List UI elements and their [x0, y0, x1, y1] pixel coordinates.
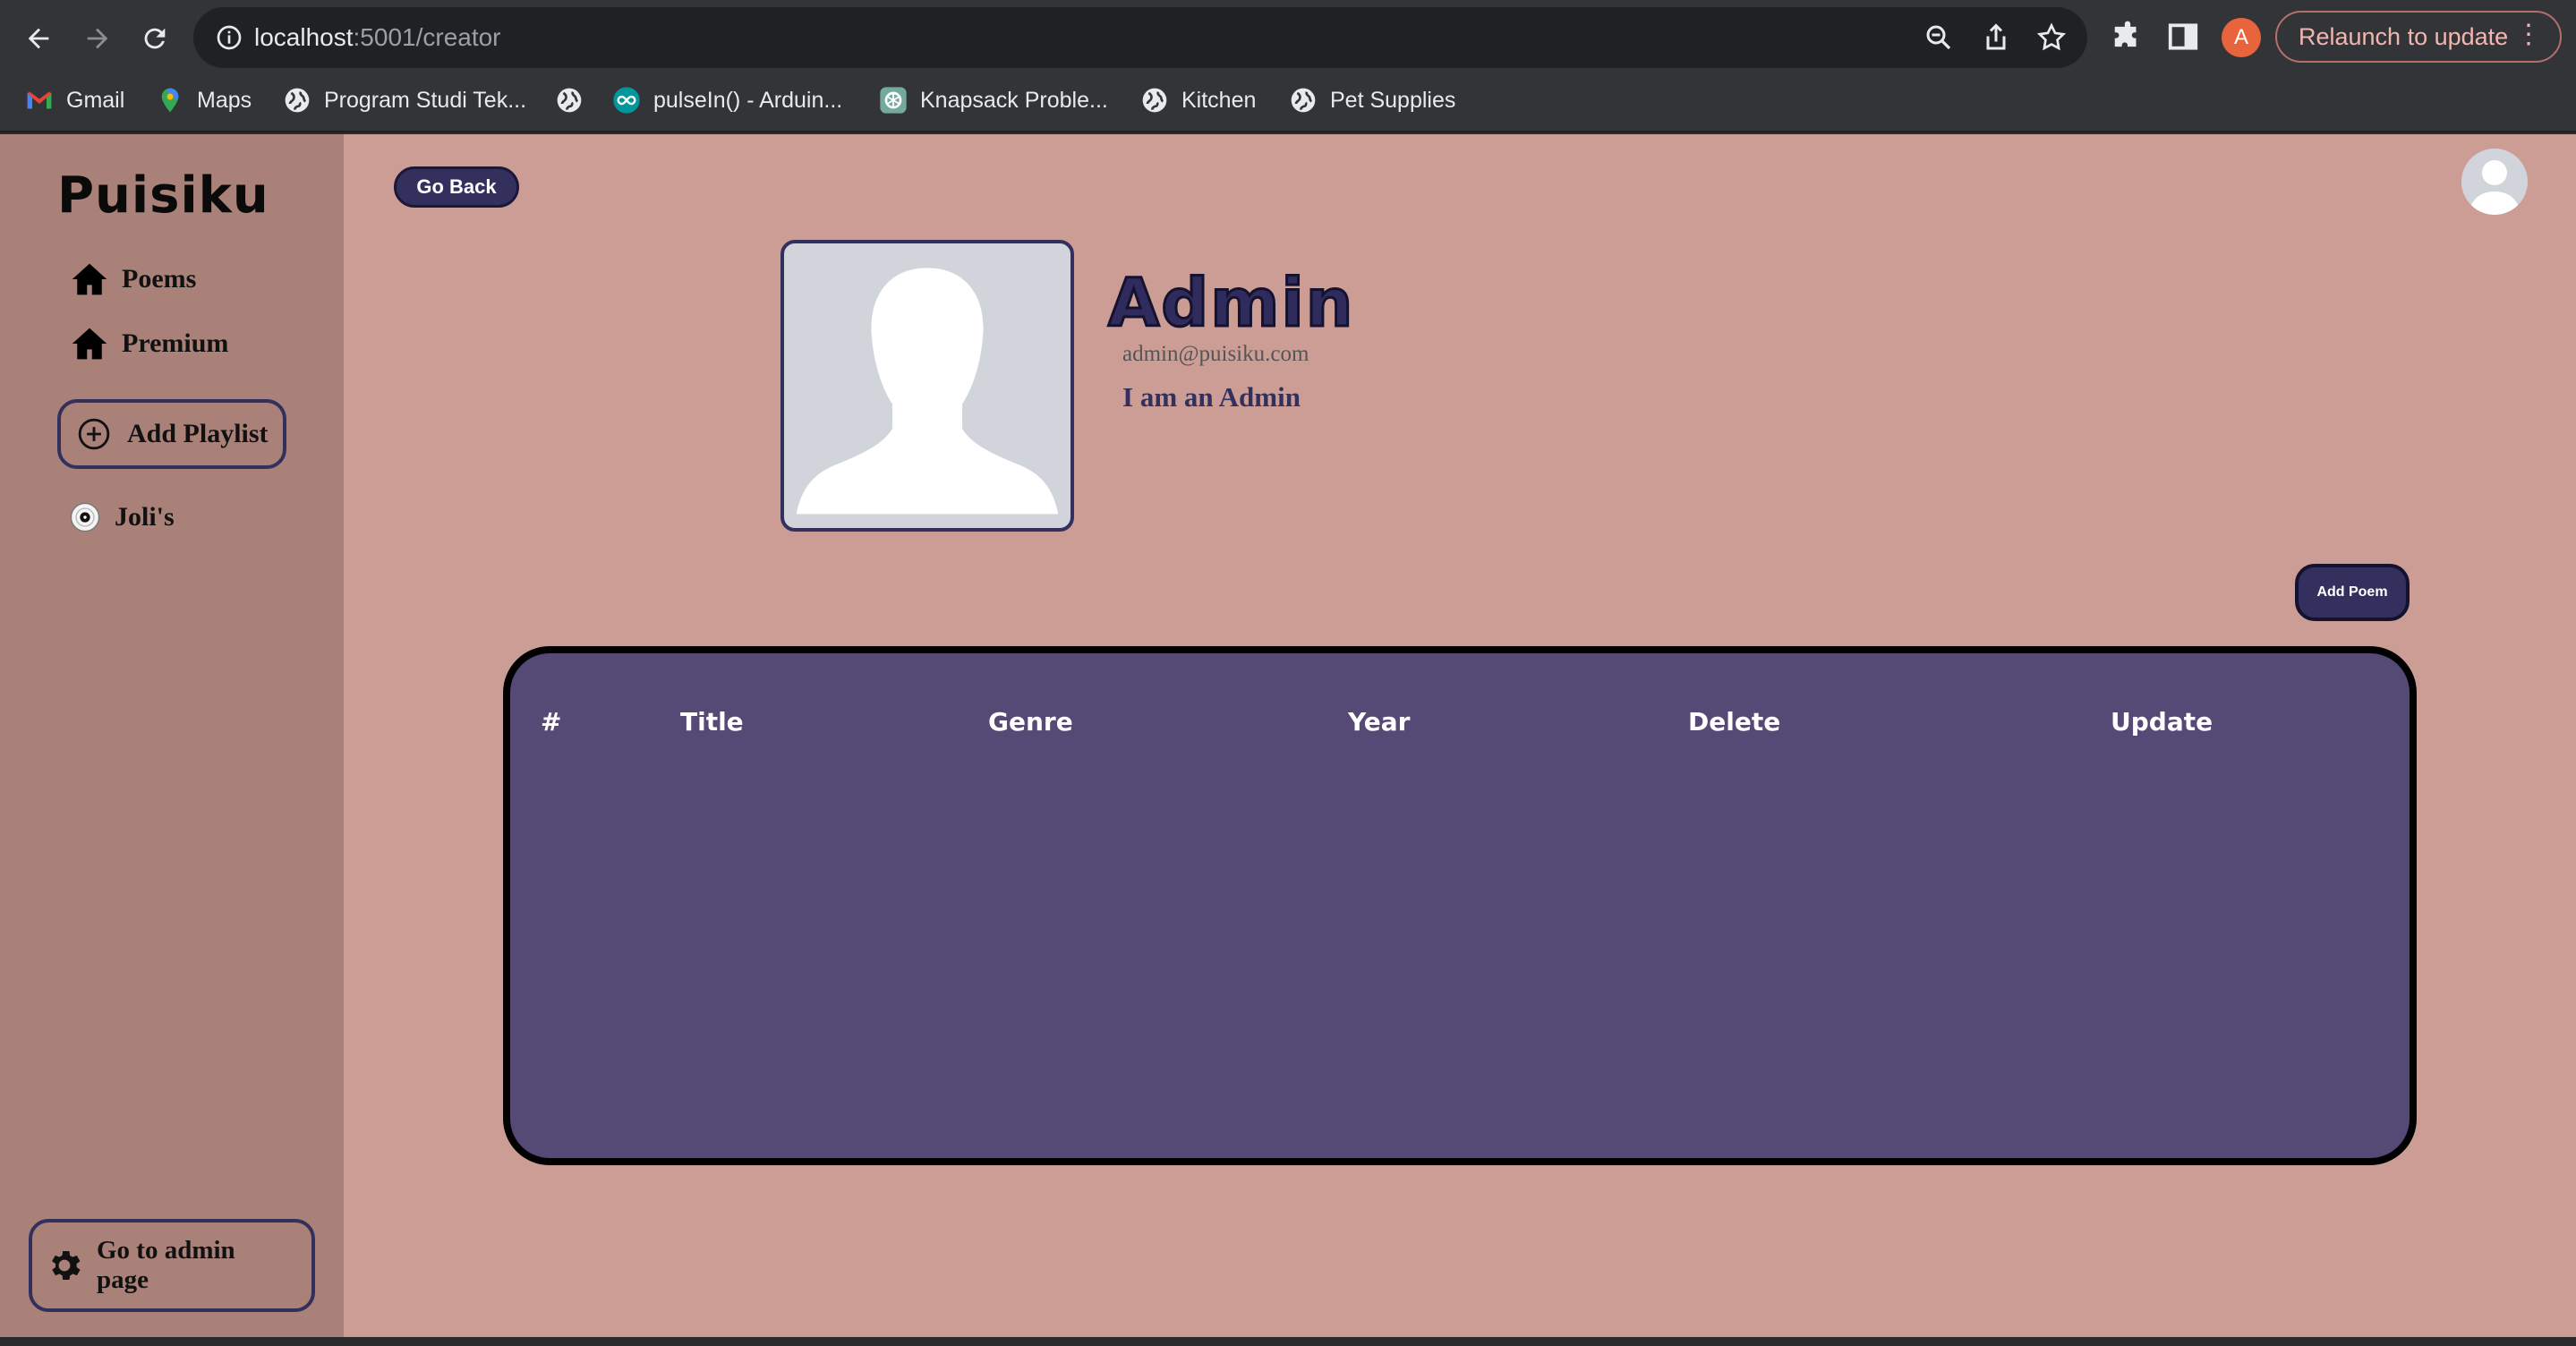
add-playlist-button[interactable]: Add Playlist [57, 399, 286, 469]
arrow-right-icon [87, 28, 108, 49]
globe-icon [1142, 88, 1167, 113]
admin-button-label: Go to admin page [97, 1236, 235, 1294]
column-header-delete: Delete [1688, 707, 1781, 737]
reload-icon [144, 28, 166, 49]
playlist-label: Joli's [115, 502, 175, 532]
column-header-number: # [541, 707, 562, 737]
user-silhouette-icon [796, 268, 1059, 515]
column-header-title: Title [680, 707, 744, 737]
poems-table: # Title Genre Year Delete Update [503, 646, 2417, 1165]
sidebar-item-poems[interactable]: Poems [70, 258, 196, 301]
profile-avatar-button[interactable]: A [2222, 18, 2261, 57]
side-panel-icon[interactable] [2166, 20, 2200, 54]
arrow-left-icon [28, 28, 49, 49]
bookmark-kitchen[interactable]: Kitchen [1140, 79, 1256, 122]
user-avatar-button[interactable] [2461, 149, 2528, 215]
app-logo[interactable]: Puisiku [57, 166, 269, 225]
maps-icon [161, 88, 179, 113]
sidebar-playlist-jolis[interactable]: Joli's [70, 496, 175, 539]
share-icon[interactable] [1980, 21, 2012, 54]
column-header-update: Update [2111, 707, 2213, 737]
address-bar[interactable]: localhost:5001/creator [193, 7, 2087, 68]
window-bottom-edge [0, 1337, 2576, 1346]
bookmarks-bar: Gmail Maps Program Studi Tek... pulseIn(… [0, 79, 2576, 122]
profile-photo [780, 240, 1074, 532]
sidebar: Puisiku Poems Premium Add Playlist Joli'… [0, 134, 344, 1337]
plus-circle-icon [78, 418, 110, 450]
bookmark-globe[interactable] [555, 79, 596, 122]
back-button[interactable] [16, 16, 61, 61]
bookmark-pet-supplies[interactable]: Pet Supplies [1289, 79, 1455, 122]
url-text[interactable]: localhost:5001/creator [254, 23, 501, 52]
go-back-button[interactable]: Go Back [394, 166, 519, 208]
add-poem-button[interactable]: Add Poem [2295, 564, 2410, 621]
sidebar-item-premium[interactable]: Premium [70, 322, 228, 365]
column-header-genre: Genre [988, 707, 1073, 737]
gear-icon [52, 1251, 81, 1280]
bookmark-gmail[interactable]: Gmail [25, 79, 124, 122]
globe-icon [285, 88, 310, 113]
globe-icon [557, 88, 582, 113]
star-icon[interactable] [2035, 21, 2068, 54]
go-to-admin-button[interactable]: Go to admin page [29, 1219, 315, 1312]
app-root: Puisiku Poems Premium Add Playlist Joli'… [0, 134, 2576, 1337]
openai-icon [880, 87, 907, 114]
profile-name: Admin [1106, 264, 1355, 344]
home-icon [72, 263, 107, 295]
forward-button[interactable] [75, 16, 120, 61]
extensions-icon[interactable] [2111, 20, 2145, 54]
bookmark-maps[interactable]: Maps [156, 79, 252, 122]
zoom-icon[interactable] [1923, 21, 1955, 54]
globe-icon [1291, 88, 1316, 113]
profile-bio: I am an Admin [1122, 381, 1301, 413]
gmail-icon [27, 91, 52, 109]
bookmark-program-studi[interactable]: Program Studi Tek... [283, 79, 526, 122]
column-header-year: Year [1348, 707, 1411, 737]
home-icon [72, 328, 107, 360]
browser-chrome: localhost:5001/creator A Relaunch to upd… [0, 0, 2576, 132]
sidebar-item-label: Poems [122, 264, 197, 294]
sidebar-item-label: Premium [122, 328, 229, 358]
info-icon[interactable] [215, 23, 243, 52]
disc-icon [70, 502, 100, 532]
bookmark-pulsein[interactable]: pulseIn() - Arduin... [612, 79, 842, 122]
profile-email: admin@puisiku.com [1122, 342, 1309, 366]
reload-button[interactable] [132, 16, 177, 61]
relaunch-button[interactable]: Relaunch to update ⋮ [2275, 11, 2562, 63]
menu-dots-icon[interactable]: ⋮ [2515, 21, 2542, 48]
add-playlist-label: Add Playlist [127, 419, 269, 448]
arduino-icon [613, 87, 640, 114]
bookmark-knapsack[interactable]: Knapsack Proble... [879, 79, 1108, 122]
user-silhouette-icon [2469, 160, 2521, 215]
